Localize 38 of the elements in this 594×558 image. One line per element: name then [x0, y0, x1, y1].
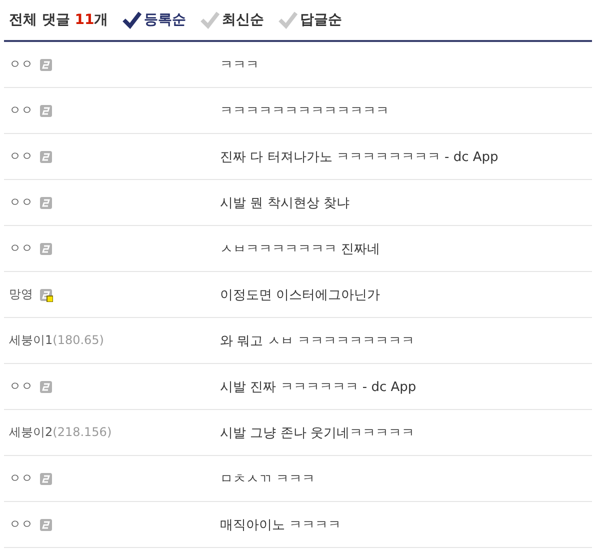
nickname[interactable]: 세붕이2(218.156) [9, 424, 112, 441]
nickname[interactable]: ㅇㅇ [9, 516, 33, 533]
semi-member-icon [39, 288, 53, 302]
comment-text: ㅅㅂㅋㅋㅋㅋㅋㅋㅋ 진짜네 [220, 240, 380, 258]
comment-text: 이정도면 이스터에그아닌가 [220, 286, 380, 304]
sort-option[interactable]: 등록순 [122, 11, 186, 29]
comment-text: 매직아이노 ㅋㅋㅋㅋ [220, 516, 342, 534]
member-icon [39, 518, 53, 532]
sort-option[interactable]: 답글순 [278, 11, 342, 29]
nickname[interactable]: 세붕이1(180.65) [9, 332, 104, 349]
member-icon [39, 150, 53, 164]
nickname[interactable]: ㅇㅇ [9, 470, 33, 487]
nickname[interactable]: ㅇㅇ [9, 102, 33, 119]
member-icon [39, 196, 53, 210]
sort-option[interactable]: 최신순 [200, 11, 264, 29]
check-icon [200, 11, 220, 29]
nickname[interactable]: ㅇㅇ [9, 240, 33, 257]
comment-text: ㅁㅊㅅㄲ ㅋㅋㅋ [220, 470, 316, 488]
comment-text: 시발 그냥 존나 웃기네ㅋㅋㅋㅋㅋ [220, 424, 414, 442]
nickname[interactable]: 망영 [9, 286, 33, 303]
member-icon [39, 472, 53, 486]
comment-text: 와 뭐고 ㅅㅂ ㅋㅋㅋㅋㅋㅋㅋㅋㅋ [220, 332, 414, 350]
nickname[interactable]: ㅇㅇ [9, 378, 33, 395]
nickname[interactable]: ㅇㅇ [9, 56, 33, 73]
nickname[interactable]: ㅇㅇ [9, 148, 33, 165]
comment-text: 진짜 다 터져나가노 ㅋㅋㅋㅋㅋㅋㅋㅋ - dc App [220, 148, 498, 166]
member-icon [39, 380, 53, 394]
member-icon [39, 58, 53, 72]
comment-text: ㅋㅋㅋ [220, 56, 259, 74]
comment-text: ㅋㅋㅋㅋㅋㅋㅋㅋㅋㅋㅋㅋㅋ [220, 102, 389, 120]
member-icon [39, 104, 53, 118]
comment-text: 시발 진짜 ㅋㅋㅋㅋㅋㅋ - dc App [220, 378, 416, 396]
nickname[interactable]: ㅇㅇ [9, 194, 33, 211]
check-icon [278, 11, 298, 29]
comment-count-title: 전체 댓글 11개 [9, 11, 108, 29]
member-icon [39, 242, 53, 256]
comment-text: 시발 뭔 착시현상 찾냐 [220, 194, 350, 212]
check-icon [122, 11, 142, 29]
